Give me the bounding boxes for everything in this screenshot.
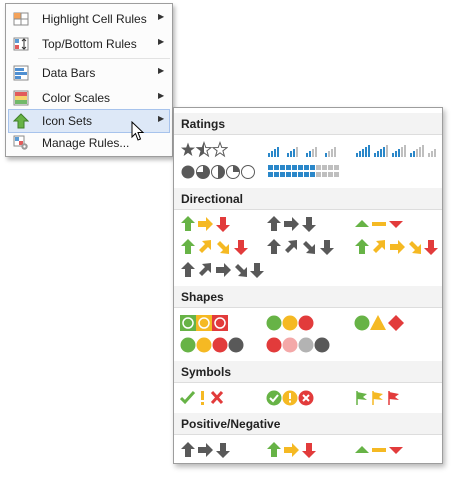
gallery-section-header: Symbols (174, 361, 442, 383)
conditional-formatting-menu: Highlight Cell Rules ▶ Top/Bottom Rules … (5, 3, 173, 157)
section-title: Symbols (181, 365, 232, 379)
icon-set-signs-3[interactable] (354, 314, 406, 332)
menu-item-label: Icon Sets (42, 114, 93, 128)
menu-item-label: Data Bars (42, 66, 96, 80)
menu-item-color-scales[interactable]: Color Scales ▶ (8, 86, 170, 110)
icon-set-symbols-3-uncircled[interactable] (180, 389, 230, 407)
icon-set-signal-bars-4[interactable] (266, 141, 342, 159)
menu-item-label: Top/Bottom Rules (42, 37, 137, 51)
icon-set-arrows-3-colored[interactable] (180, 215, 230, 233)
top-bottom-rules-icon (13, 37, 29, 51)
menu-item-label: Color Scales (42, 91, 111, 105)
icon-sets-icon (13, 113, 29, 129)
menu-item-label: Manage Rules... (42, 136, 130, 150)
gallery-section-header: Shapes (174, 286, 442, 308)
menu-item-data-bars[interactable]: Data Bars ▶ (8, 61, 170, 85)
icon-set-stars-3[interactable] (180, 141, 228, 159)
manage-rules-icon (13, 135, 28, 150)
menu-separator (38, 58, 170, 59)
section-title: Positive/Negative (181, 417, 281, 431)
highlight-cell-rules-icon (13, 12, 29, 26)
icon-set-arrows-3-gray-pn[interactable] (180, 441, 230, 459)
icon-set-triangles-3[interactable] (354, 215, 404, 233)
icon-set-arrows-4-gray[interactable] (266, 238, 334, 256)
icon-set-arrows-5-colored[interactable] (354, 238, 438, 256)
menu-item-label: Highlight Cell Rules (42, 12, 147, 26)
icon-sets-gallery: Ratings Directional Shapes Symbols Posit… (173, 107, 443, 464)
color-scales-icon (13, 90, 29, 106)
submenu-arrow-icon: ▶ (158, 91, 165, 100)
icon-set-arrows-5-gray[interactable] (180, 261, 266, 279)
mouse-cursor-icon (131, 121, 145, 141)
icon-set-quarters-5[interactable] (180, 163, 262, 181)
icon-set-arrows-4-colored[interactable] (180, 238, 248, 256)
submenu-arrow-icon: ▶ (158, 114, 165, 123)
submenu-arrow-icon: ▶ (158, 12, 165, 21)
icon-set-traffic-lights-3-unrimmed[interactable] (266, 314, 318, 332)
gallery-section-header: Ratings (174, 113, 442, 135)
icon-set-signal-bars-5[interactable] (354, 141, 438, 159)
icon-set-red-to-black-4[interactable] (266, 336, 332, 354)
icon-set-symbols-3-circled[interactable] (266, 389, 318, 407)
submenu-arrow-icon: ▶ (158, 66, 165, 75)
icon-set-boxes-5[interactable] (266, 163, 346, 181)
section-title: Ratings (181, 117, 226, 131)
icon-set-traffic-lights-4[interactable] (180, 336, 246, 354)
submenu-arrow-icon: ▶ (158, 37, 165, 46)
icon-set-triangles-3-pn[interactable] (354, 441, 404, 459)
section-title: Shapes (181, 290, 224, 304)
icon-set-flags-3[interactable] (354, 389, 404, 407)
gallery-section-header: Positive/Negative (174, 413, 442, 435)
menu-item-top-bottom-rules[interactable]: Top/Bottom Rules ▶ (8, 32, 170, 56)
icon-set-arrows-3-gray[interactable] (266, 215, 316, 233)
gallery-section-header: Directional (174, 188, 442, 210)
data-bars-icon (13, 65, 29, 81)
icon-set-traffic-lights-3-rimmed[interactable] (180, 314, 230, 332)
section-title: Directional (181, 192, 244, 206)
menu-item-highlight-cell-rules[interactable]: Highlight Cell Rules ▶ (8, 7, 170, 31)
icon-set-arrows-3-colored-pn[interactable] (266, 441, 316, 459)
